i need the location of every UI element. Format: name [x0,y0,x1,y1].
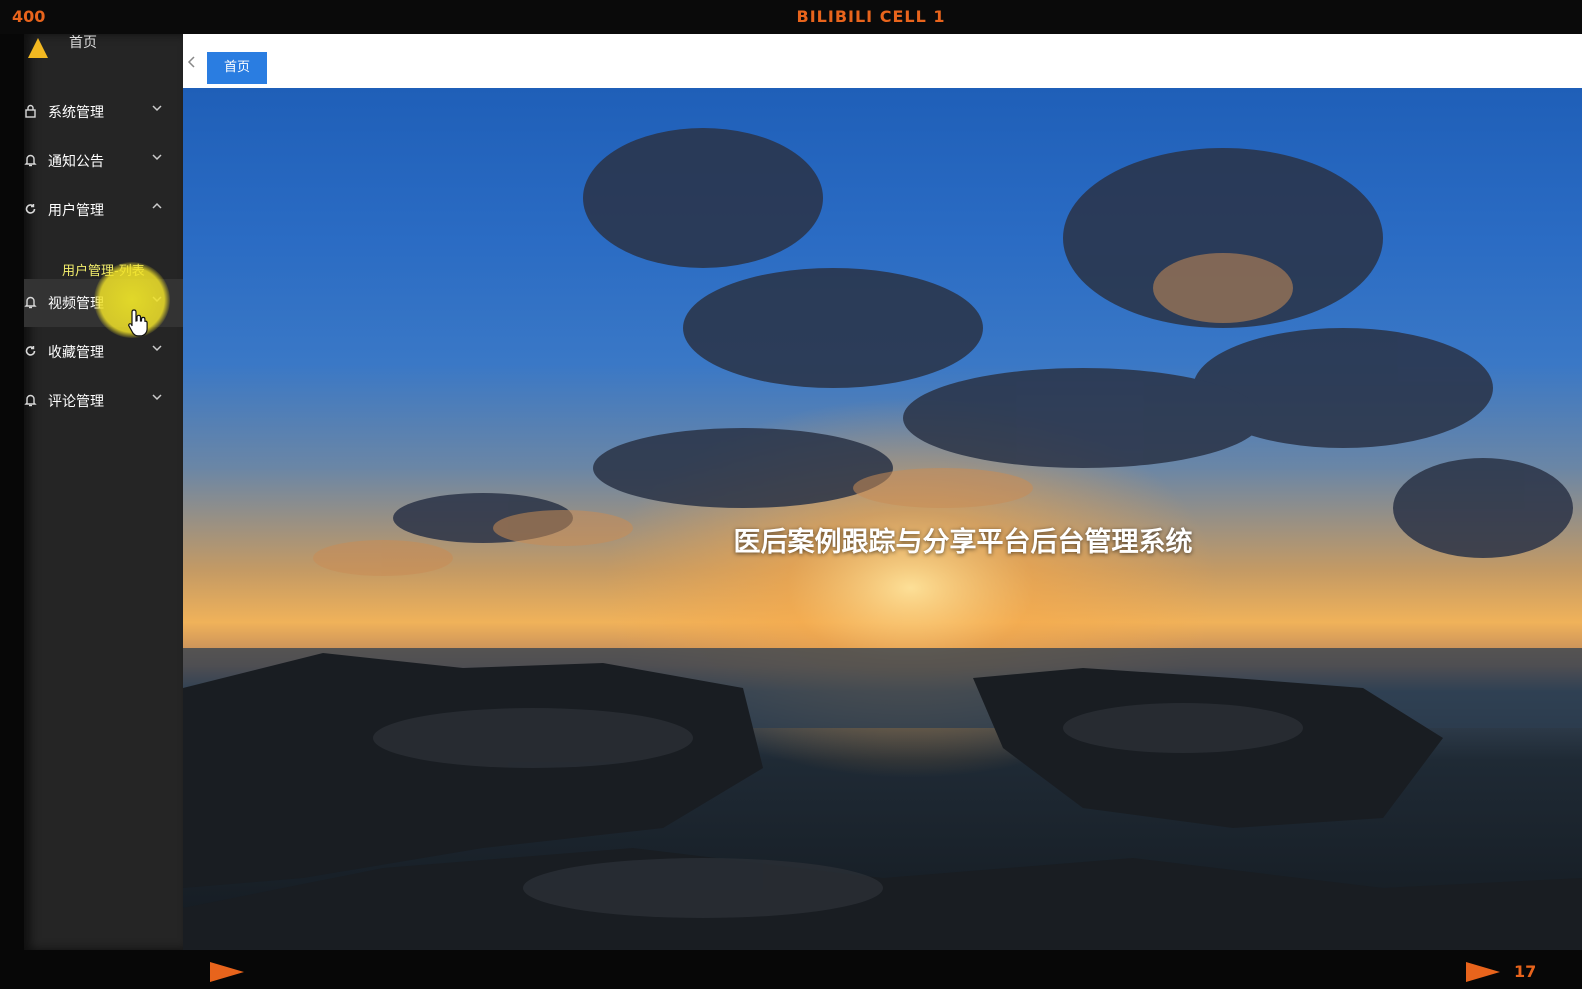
sidebar-item-label: 评论管理 [48,394,104,410]
sidebar: 首页 系统管理 通知公告 用户管理 用户管理-列表 视频管理 收藏管理 评论管理 [24,34,183,950]
recording-bottom-bar: 17 [0,950,1582,989]
sidebar-item-comments[interactable]: 评论管理 [24,377,183,425]
bell-icon [24,153,37,167]
sidebar-item-label: 系统管理 [48,105,104,121]
chevron-down-icon [152,102,162,116]
chevron-down-icon [152,151,162,165]
logo-icon [28,38,48,58]
sidebar-item-label: 通知公告 [48,154,104,170]
sidebar-item-label: 收藏管理 [48,345,104,361]
chevron-down-icon [152,342,162,356]
hero-title: 医后案例跟踪与分享平台后台管理系统 [733,527,1193,558]
sidebar-home-label: 首页 [69,35,97,51]
main-content: 首页 医后案例跟踪与分享平台后台管理系统 [183,34,1582,950]
sidebar-item-notice[interactable]: 通知公告 [24,137,183,185]
hero-background-image [183,88,1582,950]
chevron-up-icon [152,200,162,214]
bell-icon [24,295,37,309]
refresh-icon [24,344,37,358]
tab-bar: 首页 [183,34,1582,88]
play-marker-icon [210,962,244,982]
tab-home[interactable]: 首页 [207,52,267,84]
sidebar-home[interactable]: 首页 [24,34,183,64]
hero-banner: 医后案例跟踪与分享平台后台管理系统 [183,88,1582,950]
refresh-icon [24,202,37,216]
sidebar-item-users[interactable]: 用户管理 [24,186,183,234]
play-marker-icon [1466,962,1500,982]
recording-title: BILIBILI CELL 1 [796,7,946,26]
chevron-down-icon [152,391,162,405]
sidebar-item-system[interactable]: 系统管理 [24,88,183,136]
frame-number: 17 [1514,962,1537,981]
lock-icon [24,104,37,118]
hand-pointer-icon [127,308,149,343]
recording-top-bar: 400 BILIBILI CELL 1 [0,0,1582,34]
sidebar-item-favorites[interactable]: 收藏管理 [24,328,183,376]
bell-icon [24,393,37,407]
chevron-left-icon[interactable] [187,55,197,73]
sidebar-item-label: 用户管理 [48,203,104,219]
